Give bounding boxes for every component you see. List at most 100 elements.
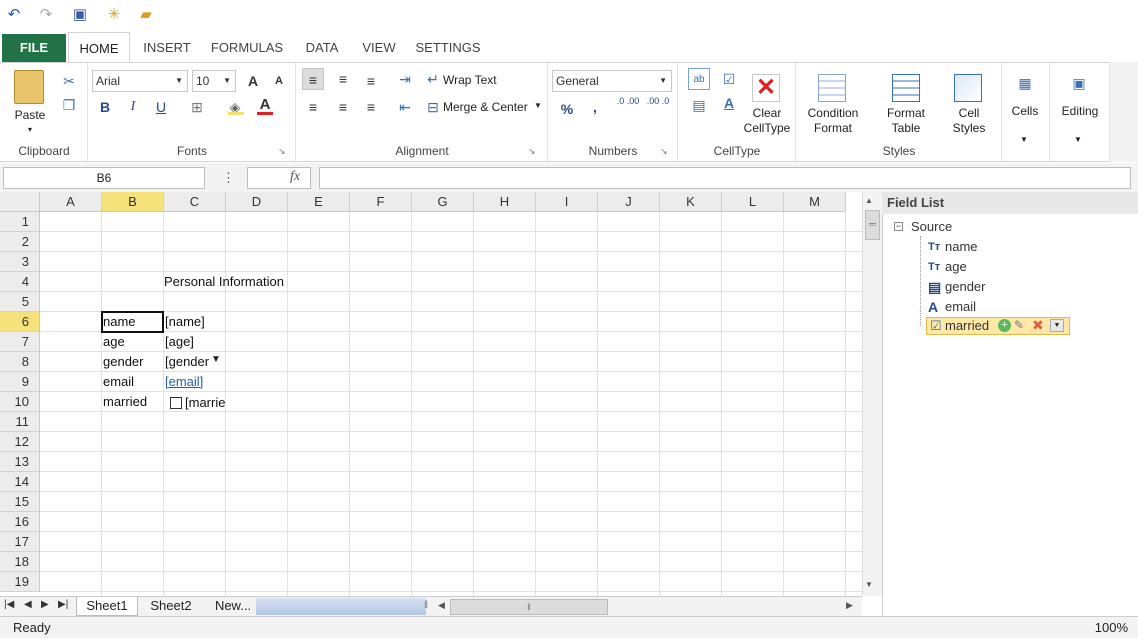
align-left-icon[interactable]: ≡ (302, 96, 324, 118)
field-item-age[interactable]: age (945, 258, 967, 276)
editing-icon[interactable]: ▣ (1068, 72, 1090, 94)
row-header-1[interactable]: 1 (0, 212, 40, 232)
formula-bar-splitter[interactable]: ⋮ (222, 170, 235, 186)
chevron-down-icon[interactable]: ▼ (1016, 132, 1032, 147)
align-right-icon[interactable]: ≡ (360, 96, 382, 118)
checkbox-celltype-icon[interactable]: ☑ (718, 68, 740, 90)
next-sheet-icon[interactable]: ▶ (41, 599, 49, 610)
scrollbar-thumb[interactable]: ═ (865, 210, 880, 240)
tab-view[interactable]: VIEW (356, 34, 402, 62)
cell-b8[interactable]: gender (103, 352, 161, 372)
formula-input[interactable] (319, 167, 1131, 189)
alignment-launcher-icon[interactable]: ↘ (528, 146, 536, 157)
cell-styles-label-1[interactable]: Cell (944, 106, 994, 121)
name-box[interactable]: B6 (3, 167, 205, 189)
cell-b7[interactable]: age (103, 332, 161, 352)
format-table-icon[interactable] (892, 74, 920, 102)
tab-file[interactable]: FILE (2, 34, 66, 62)
column-header-l[interactable]: L (722, 192, 784, 212)
cell-c9[interactable]: [email] (165, 372, 223, 392)
scroll-right-icon[interactable]: ▶ (846, 600, 853, 611)
column-header-b[interactable]: B (102, 192, 164, 212)
column-header-e[interactable]: E (288, 192, 350, 212)
fonts-launcher-icon[interactable]: ↘ (278, 146, 286, 157)
column-header-f[interactable]: F (350, 192, 412, 212)
cell-b9[interactable]: email (103, 372, 161, 392)
checkbox-icon[interactable] (170, 397, 182, 409)
format-table-label-2[interactable]: Table (876, 121, 936, 136)
outdent-icon[interactable]: ⇤ (394, 96, 416, 118)
row-header-10[interactable]: 10 (0, 392, 40, 412)
format-table-label-1[interactable]: Format (876, 106, 936, 121)
combobox-celltype-icon[interactable]: ▤ (688, 94, 710, 116)
scroll-down-icon[interactable]: ▼ (865, 580, 873, 589)
merge-center-button[interactable]: Merge & Center (443, 100, 528, 115)
new-sheet-tab[interactable]: New... (210, 597, 256, 616)
textbox-celltype-icon[interactable]: ab (688, 68, 710, 90)
collapse-icon[interactable]: − (894, 222, 903, 231)
sheet-tab-sheet1[interactable]: Sheet1 (76, 597, 138, 616)
tab-home[interactable]: HOME (68, 32, 130, 63)
spreadsheet-grid[interactable]: ABCDEFGHIJKLM 1 2 3 4 5 6 7 8 9 10 11 12 13 14 15 16 17 1… (0, 192, 862, 596)
tab-formulas[interactable]: FORMULAS (208, 34, 286, 62)
column-header-k[interactable]: K (660, 192, 722, 212)
cell-c7[interactable]: [age] (165, 332, 223, 352)
redo-icon[interactable]: ↷ (36, 6, 56, 24)
row-header-11[interactable]: 11 (0, 412, 40, 432)
editing-button[interactable]: Editing (1052, 104, 1108, 119)
first-sheet-icon[interactable]: |◀ (4, 599, 14, 610)
row-header-6[interactable]: 6 (0, 312, 40, 332)
clear-celltype-label-2[interactable]: CellType (738, 121, 796, 136)
row-header-5[interactable]: 5 (0, 292, 40, 312)
cell-c6[interactable]: [name] (165, 312, 223, 332)
row-header-8[interactable]: 8 (0, 352, 40, 372)
row-header-4[interactable]: 4 (0, 272, 40, 292)
delete-field-icon[interactable]: ✖ (1032, 317, 1044, 334)
field-source-node[interactable]: Source (911, 218, 952, 236)
align-middle-icon[interactable]: ≡ (332, 68, 354, 90)
align-bottom-icon[interactable]: ≡ (360, 70, 382, 92)
row-header-13[interactable]: 13 (0, 452, 40, 472)
cut-icon[interactable]: ✂ (58, 70, 80, 92)
borders-icon[interactable]: ⊞ (186, 96, 208, 118)
edit-field-icon[interactable]: ✎ (1014, 318, 1024, 332)
row-header-14[interactable]: 14 (0, 472, 40, 492)
percent-button[interactable]: % (556, 98, 578, 120)
row-header-15[interactable]: 15 (0, 492, 40, 512)
insert-function-icon[interactable]: fx (290, 169, 300, 185)
wrap-text-icon[interactable]: ↵ (422, 68, 444, 90)
field-item-gender[interactable]: gender (945, 278, 985, 296)
shrink-font-icon[interactable]: A (268, 70, 290, 92)
column-header-m[interactable]: M (784, 192, 846, 212)
wrap-text-button[interactable]: Wrap Text (443, 73, 497, 88)
font-family-select[interactable]: Arial ▼ (92, 70, 188, 92)
cell-c8[interactable]: [gender (165, 352, 209, 372)
row-header-7[interactable]: 7 (0, 332, 40, 352)
cells-button[interactable]: Cells (1004, 104, 1046, 119)
scroll-left-icon[interactable]: ◀ (438, 600, 445, 611)
tab-insert[interactable]: INSERT (140, 34, 194, 62)
column-header-a[interactable]: A (40, 192, 102, 212)
row-header-12[interactable]: 12 (0, 432, 40, 452)
comma-button[interactable]: , (584, 96, 606, 118)
horizontal-scrollbar-thumb[interactable]: ‖ (450, 599, 608, 615)
column-header-j[interactable]: J (598, 192, 660, 212)
row-header-16[interactable]: 16 (0, 512, 40, 532)
paste-icon[interactable] (14, 70, 44, 104)
sheet-tab-sheet2[interactable]: Sheet2 (142, 597, 200, 616)
paste-button[interactable]: Paste (10, 108, 50, 123)
clear-celltype-label-1[interactable]: Clear (738, 106, 796, 121)
chevron-down-icon[interactable]: ▼ (1050, 319, 1064, 332)
clear-celltype-icon[interactable]: ✕ (752, 74, 780, 102)
row-header-17[interactable]: 17 (0, 532, 40, 552)
hyperlink-celltype-icon[interactable]: A (718, 92, 740, 114)
row-header-9[interactable]: 9 (0, 372, 40, 392)
merge-center-icon[interactable]: ⊟ (422, 96, 444, 118)
column-header-g[interactable]: G (412, 192, 474, 212)
number-format-select[interactable]: General ▼ (552, 70, 672, 92)
field-item-married[interactable]: married (945, 317, 989, 335)
row-header-18[interactable]: 18 (0, 552, 40, 572)
vertical-scrollbar[interactable]: ▲ ═ ▼ (862, 192, 882, 596)
paste-dropdown-icon[interactable]: ▾ (22, 122, 38, 137)
cells-icon[interactable]: ▦ (1014, 72, 1036, 94)
